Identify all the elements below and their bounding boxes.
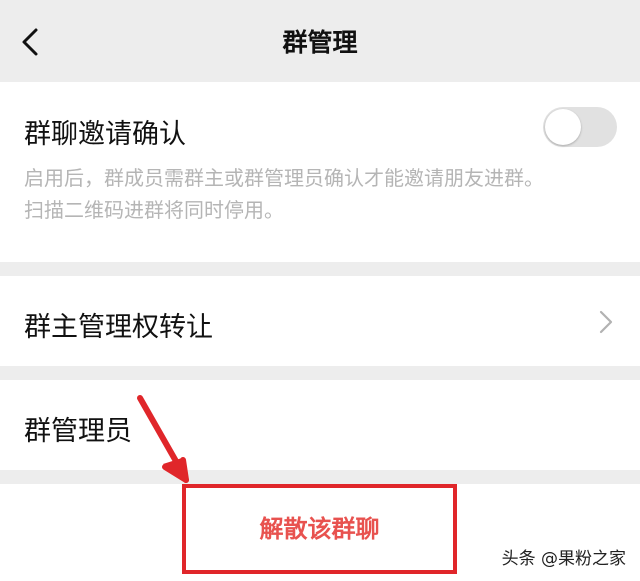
page-title: 群管理 [282, 28, 358, 57]
invite-confirm-label: 群聊邀请确认 [24, 119, 186, 150]
group-admins-row[interactable]: 群管理员 [0, 380, 640, 470]
transfer-owner-row[interactable]: 群主管理权转让 [0, 276, 640, 366]
disband-group-button[interactable]: 解散该群聊 [182, 484, 457, 574]
group-admins-label: 群管理员 [24, 416, 132, 447]
toggle-knob [545, 109, 581, 145]
invite-desc-line-1: 启用后，群成员需群主或群管理员确认才能邀请朋友进群。 [24, 166, 544, 190]
watermark: 头条 @果粉之家 [501, 549, 626, 569]
invite-confirm-toggle[interactable] [543, 107, 617, 147]
invite-desc-line-2: 扫描二维码进群将同时停用。 [24, 198, 284, 222]
transfer-owner-label: 群主管理权转让 [24, 312, 213, 343]
invite-confirm-description: 启用后，群成员需群主或群管理员确认才能邀请朋友进群。 扫描二维码进群将同时停用。 [24, 162, 624, 226]
chevron-right-icon [599, 310, 613, 334]
invite-confirm-section: 群聊邀请确认 启用后，群成员需群主或群管理员确认才能邀请朋友进群。 扫描二维码进… [0, 82, 640, 262]
nav-header: 群管理 [0, 0, 640, 82]
